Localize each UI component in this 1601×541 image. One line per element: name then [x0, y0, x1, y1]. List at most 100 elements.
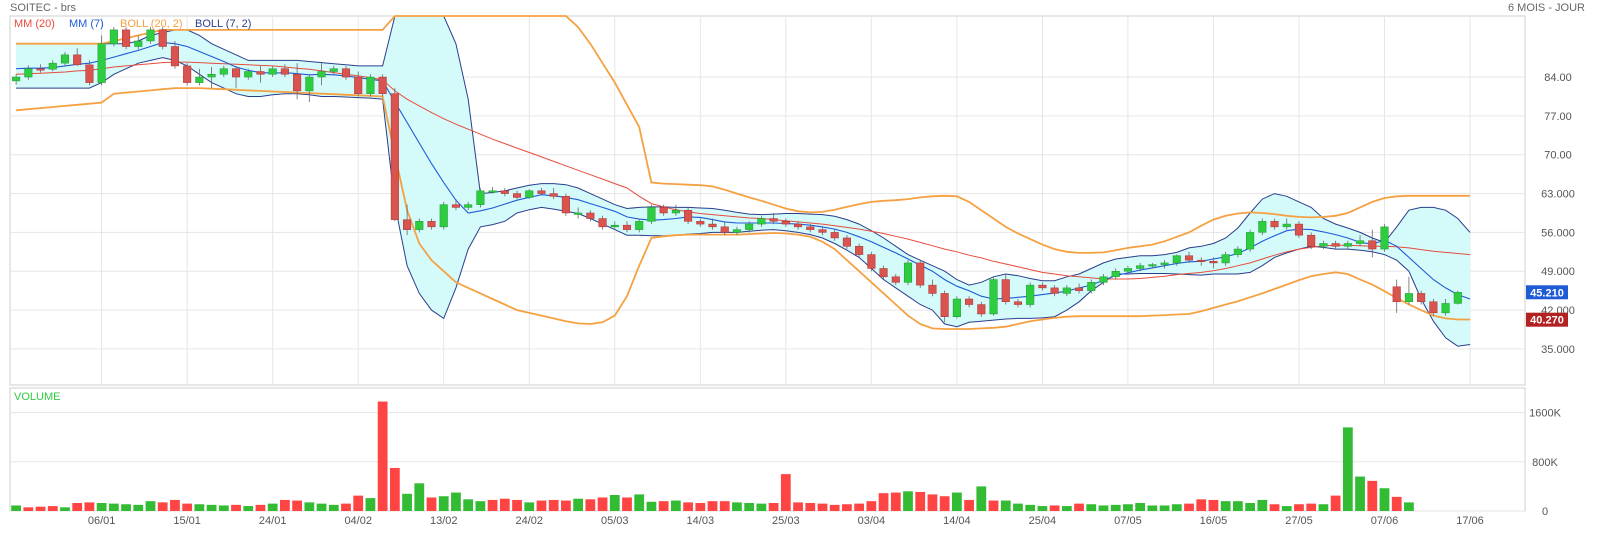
volume-bar: [1379, 488, 1390, 511]
volume-bar: [890, 492, 901, 511]
candle-body: [1282, 223, 1291, 228]
candle-body: [36, 68, 45, 71]
volume-bar: [1184, 503, 1194, 511]
volume-bar: [1355, 476, 1365, 511]
volume-bar: [231, 504, 241, 511]
volume-bar: [951, 492, 962, 511]
price-tick-label: 63.000: [1541, 189, 1575, 201]
candle-body: [305, 76, 314, 92]
volume-bar: [499, 498, 510, 511]
candle-body: [1307, 234, 1316, 247]
volume-bar: [573, 498, 584, 511]
volume-panel-frame: [9, 387, 1526, 512]
candle-body: [85, 64, 94, 83]
volume-bar: [854, 503, 865, 511]
price-badge-label: 40.270: [1530, 315, 1564, 327]
volume-bar: [1391, 496, 1402, 511]
candle-body: [256, 71, 265, 75]
volume-bar: [243, 506, 254, 511]
candle: [1246, 229, 1255, 252]
volume-bar: [365, 498, 376, 511]
candle-body: [696, 221, 705, 225]
candle-body: [855, 246, 864, 255]
candle-body: [268, 68, 277, 75]
price-tick-label: 35.000: [1541, 344, 1575, 356]
candle-body: [1429, 301, 1438, 314]
volume-tick-label: 0: [1542, 506, 1548, 518]
candle-body: [427, 221, 436, 228]
x-tick-label: 24/02: [515, 515, 543, 527]
volume-bar: [903, 491, 913, 511]
x-tick-label: 25/03: [772, 515, 800, 527]
candle-body: [378, 76, 387, 94]
candle-body: [366, 76, 375, 94]
volume-bar: [23, 507, 34, 511]
volume-bar: [1330, 495, 1341, 511]
volume-bar: [475, 501, 486, 511]
candle-body: [794, 223, 803, 228]
candle-body: [1209, 261, 1218, 264]
volume-bar: [842, 504, 852, 511]
candle-body: [574, 212, 583, 215]
candle-body: [317, 71, 326, 78]
volume-bar: [1037, 506, 1048, 511]
volume-bar: [316, 503, 327, 511]
legend-ma20: MM (20): [14, 18, 55, 30]
volume-bar: [170, 499, 180, 511]
volume-bar: [341, 503, 351, 511]
volume-bar: [634, 494, 645, 511]
volume-bar: [658, 501, 669, 511]
volume-bar: [206, 504, 217, 511]
candle-body: [1343, 243, 1352, 247]
candle-body: [684, 209, 693, 222]
volume-bar: [1098, 505, 1109, 511]
volume-bar: [280, 499, 290, 511]
volume-bar: [793, 502, 803, 511]
candle-body: [708, 223, 717, 228]
candle-body: [1441, 303, 1450, 314]
volume-bar: [964, 499, 974, 511]
candle-body: [1001, 279, 1010, 303]
volume-bar: [1086, 504, 1097, 511]
candle-body: [195, 76, 204, 83]
volume-bar: [719, 501, 730, 511]
candle-body: [757, 218, 766, 225]
stock-chart: 35.00042.00049.00056.00063.00070.0077.00…: [9, 15, 1575, 527]
x-tick-label: 13/02: [430, 515, 458, 527]
candle-body: [1038, 284, 1047, 289]
price-badge-label: 45.210: [1530, 287, 1564, 299]
candle-body: [24, 68, 33, 78]
volume-bar: [304, 502, 315, 511]
candle-body: [659, 207, 668, 214]
volume-tick-label: 800K: [1532, 457, 1558, 469]
candle-body: [512, 193, 522, 198]
candle-body: [476, 190, 485, 205]
x-tick-label: 24/01: [259, 515, 287, 527]
x-tick-label: 14/04: [943, 515, 971, 527]
candle: [952, 296, 961, 319]
volume-bar: [646, 501, 657, 511]
candle-body: [354, 76, 363, 94]
volume-bar: [732, 502, 742, 511]
candle-body: [341, 68, 351, 78]
candle-body: [891, 276, 900, 283]
candle-body: [183, 65, 192, 83]
x-tick-label: 07/05: [1114, 515, 1142, 527]
candle-body: [635, 221, 644, 230]
candle-body: [622, 224, 632, 230]
volume-bar: [1318, 504, 1329, 511]
candle: [109, 27, 118, 47]
candle-body: [879, 268, 888, 278]
volume-bar: [976, 486, 987, 511]
volume-bar: [182, 503, 193, 511]
candle-body: [293, 74, 302, 92]
x-tick-label: 03/04: [858, 515, 886, 527]
volume-label: VOLUME: [14, 391, 60, 403]
volume-bar: [756, 503, 767, 511]
volume-bar: [353, 495, 364, 511]
volume-bar: [878, 493, 889, 511]
x-tick-label: 05/03: [601, 515, 629, 527]
volume-bar: [463, 499, 474, 511]
x-tick-label: 06/01: [88, 515, 116, 527]
volume-bar: [805, 503, 816, 511]
